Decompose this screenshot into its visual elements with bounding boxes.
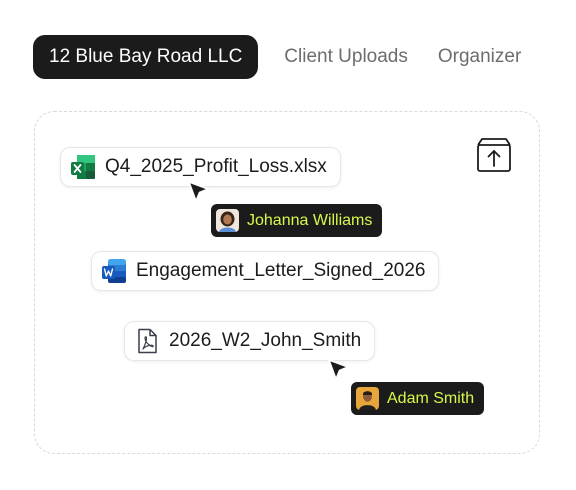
file-name: Engagement_Letter_Signed_2026 [136, 260, 426, 281]
pointer-cursor-icon [188, 181, 209, 202]
pdf-icon [138, 328, 157, 354]
avatar [216, 209, 239, 232]
file-chip-pdf[interactable]: 2026_W2_John_Smith [124, 321, 376, 361]
upload-box-icon[interactable] [476, 137, 512, 173]
file-name: 2026_W2_John_Smith [169, 330, 362, 351]
word-icon [102, 259, 126, 283]
user-tag-adam: Adam Smith [351, 382, 485, 415]
file-name: Q4_2025_Profit_Loss.xlsx [105, 156, 327, 177]
avatar [356, 387, 379, 410]
tab-organizer[interactable]: Organizer [423, 35, 536, 79]
excel-icon [71, 155, 95, 179]
client-tabs: 12 Blue Bay Road LLC Client Uploads Orga… [33, 35, 536, 79]
user-tag-johanna: Johanna Williams [211, 204, 383, 237]
file-chip-word[interactable]: Engagement_Letter_Signed_2026 [91, 251, 440, 291]
tab-client-uploads[interactable]: Client Uploads [269, 35, 423, 79]
user-name: Adam Smith [387, 389, 475, 407]
user-name: Johanna Williams [247, 211, 373, 229]
pointer-cursor-icon [328, 359, 349, 380]
tab-client-name[interactable]: 12 Blue Bay Road LLC [33, 35, 259, 79]
